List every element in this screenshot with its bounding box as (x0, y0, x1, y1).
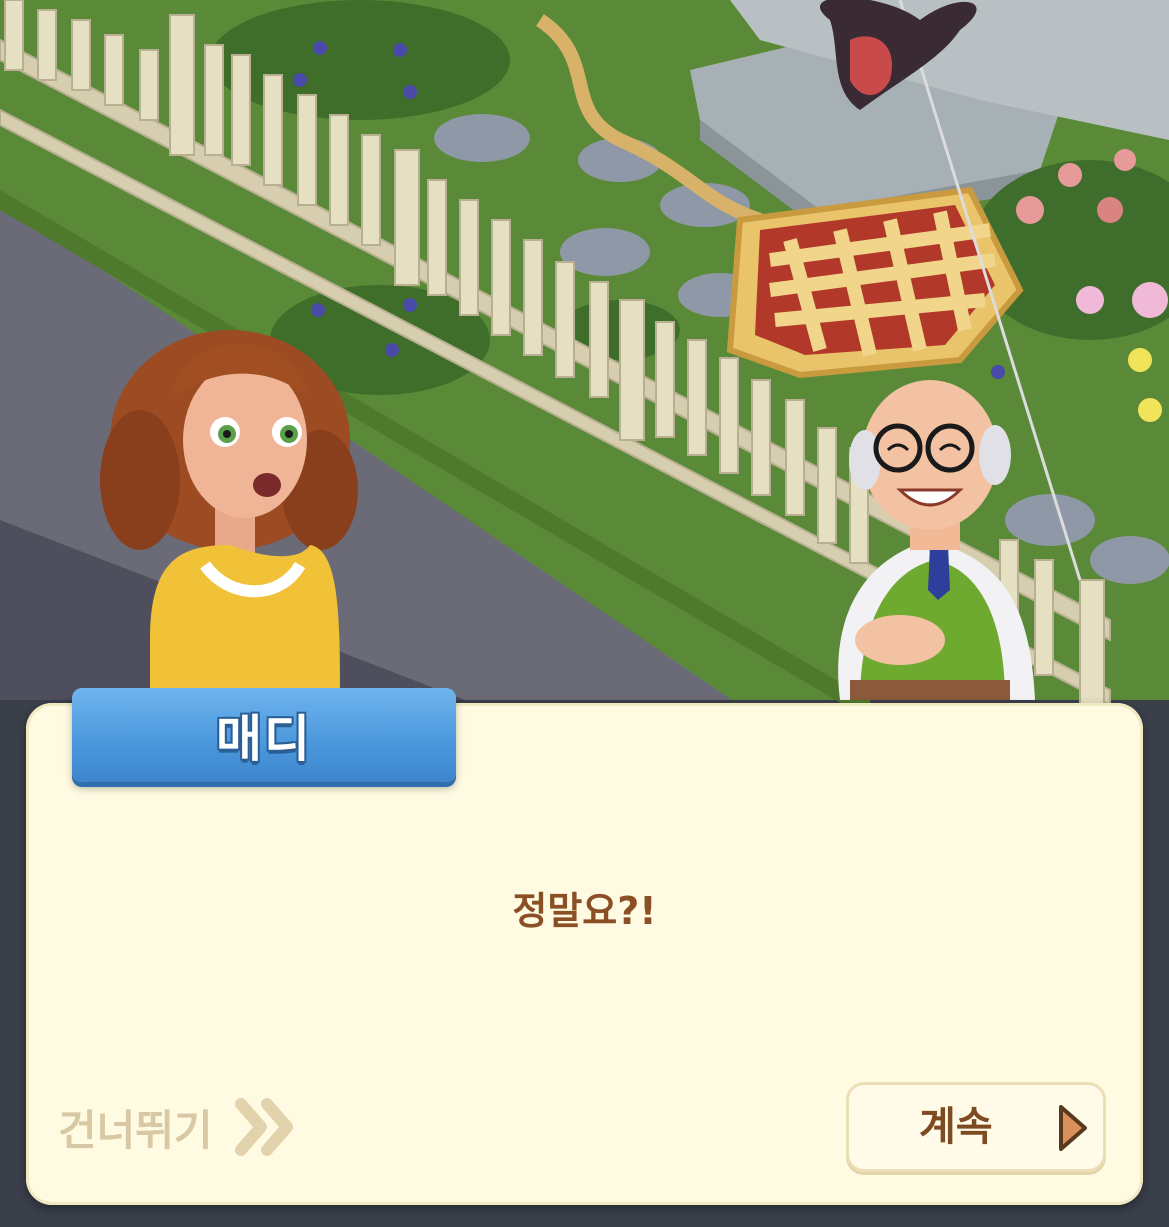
skip-label: 건너뛰기 (58, 1105, 213, 1155)
play-arrow-icon (1059, 1105, 1087, 1151)
continue-label: 계속 (919, 1104, 993, 1150)
speaker-name: 매디 (216, 710, 312, 768)
dialog-line: 정말요?! (512, 889, 657, 933)
double-chevron-right-icon (234, 1098, 293, 1156)
skip-button[interactable]: 건너뛰기 (58, 1092, 297, 1162)
stepping-stone (1090, 536, 1169, 584)
continue-button[interactable]: 계속 (846, 1082, 1106, 1172)
stepping-stone (1005, 494, 1095, 546)
stepping-stone (434, 114, 530, 162)
speaker-nameplate: 매디 (72, 688, 456, 782)
